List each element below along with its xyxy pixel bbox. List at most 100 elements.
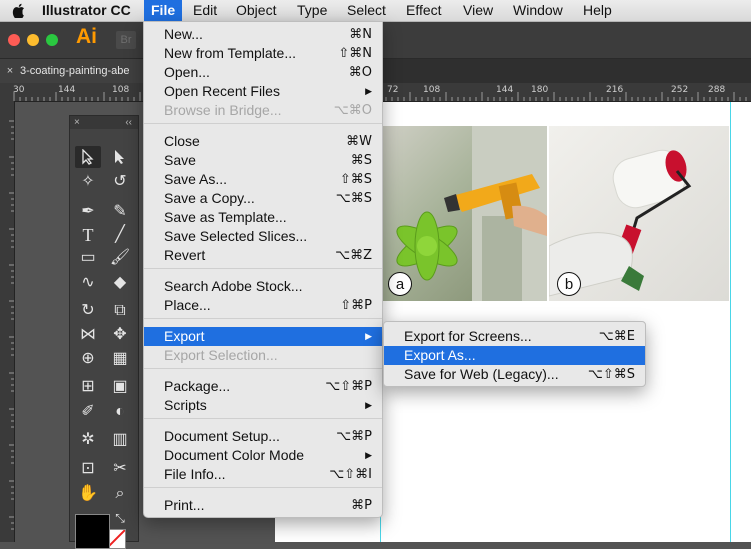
- width-tool-icon[interactable]: ⋈: [75, 324, 101, 346]
- menu-item-new[interactable]: New... ⌘N: [144, 25, 382, 44]
- menu-file[interactable]: File: [144, 0, 183, 21]
- symbol-sprayer-tool-icon[interactable]: ✲: [75, 429, 101, 451]
- menu-item-save[interactable]: Save ⌘S: [144, 151, 382, 170]
- selection-tool-icon[interactable]: [75, 146, 101, 168]
- menu-item-file-info[interactable]: File Info... ⌥⇧⌘I: [144, 465, 382, 484]
- lasso-tool-icon[interactable]: ↺: [107, 171, 133, 193]
- apple-menu-icon[interactable]: [3, 0, 33, 21]
- paintbrush-tool-icon[interactable]: 🖌: [107, 247, 133, 269]
- menu-item-search-adobe-stock[interactable]: Search Adobe Stock...: [144, 277, 382, 296]
- menu-item-scripts[interactable]: Scripts ▶: [144, 396, 382, 415]
- photo-a[interactable]: a: [382, 126, 547, 301]
- swap-colors-icon[interactable]: ⤡: [110, 510, 130, 526]
- photo-b[interactable]: b: [549, 126, 729, 301]
- menu-item-close[interactable]: Close ⌘W: [144, 132, 382, 151]
- menu-item-revert[interactable]: Revert ⌥⌘Z: [144, 246, 382, 265]
- menu-item-label: Save for Web (Legacy)...: [404, 366, 559, 382]
- app-menu[interactable]: Illustrator CC: [35, 0, 138, 21]
- minimize-window-button[interactable]: [27, 34, 39, 46]
- fill-color-swatch[interactable]: [75, 514, 110, 549]
- zoom-tool-icon[interactable]: ⌕: [107, 483, 133, 505]
- perspective-grid-tool-icon[interactable]: ▦: [107, 348, 133, 370]
- tools-panel-header[interactable]: × ‹‹: [70, 116, 138, 129]
- slice-tool-icon[interactable]: ✂: [107, 458, 133, 480]
- gradient-tool-icon[interactable]: ▣: [107, 376, 133, 398]
- blend-tool-icon[interactable]: ◐: [107, 401, 133, 423]
- menu-shortcut: ⌥⇧⌘P: [325, 379, 372, 394]
- submenu-item-save-for-web-legacy[interactable]: Save for Web (Legacy)... ⌥⇧⌘S: [384, 365, 645, 384]
- zoom-window-button[interactable]: [46, 34, 58, 46]
- menu-item-save-as[interactable]: Save As... ⇧⌘S: [144, 170, 382, 189]
- menu-edit[interactable]: Edit: [186, 0, 224, 21]
- menu-item-label: Export As...: [404, 347, 476, 363]
- shaper-tool-icon[interactable]: ∿: [75, 272, 101, 294]
- menu-item-label: Document Color Mode: [164, 447, 305, 463]
- menu-item-package[interactable]: Package... ⌥⇧⌘P: [144, 377, 382, 396]
- menu-item-save-a-copy[interactable]: Save a Copy... ⌥⌘S: [144, 189, 382, 208]
- menu-object[interactable]: Object: [229, 0, 283, 21]
- eraser-tool-icon[interactable]: ◆: [107, 272, 133, 294]
- menu-type[interactable]: Type: [290, 0, 334, 21]
- menu-item-save-selected-slices[interactable]: Save Selected Slices...: [144, 227, 382, 246]
- ruler-number: 288: [708, 85, 726, 95]
- menu-item-label: Print...: [164, 497, 205, 513]
- menu-separator: [144, 318, 382, 319]
- hand-tool-icon[interactable]: ✋: [75, 483, 101, 505]
- menu-item-open[interactable]: Open... ⌘O: [144, 63, 382, 82]
- menu-item-print[interactable]: Print... ⌘P: [144, 496, 382, 515]
- submenu-arrow-icon: ▶: [365, 331, 372, 341]
- bridge-icon[interactable]: Br: [116, 31, 136, 49]
- menu-help[interactable]: Help: [576, 0, 619, 21]
- menu-shortcut: ⇧⌘P: [340, 298, 372, 313]
- menu-item-label: File Info...: [164, 466, 226, 482]
- file-menu: New... ⌘N New from Template... ⇧⌘N Open... ⌘O…: [143, 21, 383, 518]
- direct-selection-tool-icon[interactable]: [107, 146, 133, 168]
- tools-panel: × ‹‹ ✧ ↺ ✒ ✎ T ╱ ▭ 🖌 ∿ ◆ ↻ ⧉ ⋈ ✥ ⊕ ▦ ⊞ ▣…: [69, 115, 139, 549]
- submenu-item-export-for-screens[interactable]: Export for Screens... ⌥⌘E: [384, 327, 645, 346]
- document-tab[interactable]: × 3-coating-painting-abe: [0, 59, 145, 83]
- menu-effect[interactable]: Effect: [399, 0, 449, 21]
- scale-tool-icon[interactable]: ⧉: [107, 300, 133, 322]
- rotate-tool-icon[interactable]: ↻: [75, 300, 101, 322]
- line-tool-icon[interactable]: ╱: [107, 224, 133, 246]
- menu-shortcut: ⌥⇧⌘I: [329, 467, 372, 482]
- menu-select[interactable]: Select: [340, 0, 393, 21]
- shape-builder-tool-icon[interactable]: ⊕: [75, 348, 101, 370]
- close-window-button[interactable]: [8, 34, 20, 46]
- menu-item-save-as-template[interactable]: Save as Template...: [144, 208, 382, 227]
- menu-shortcut: ⌥⌘S: [335, 191, 372, 206]
- menu-item-place[interactable]: Place... ⇧⌘P: [144, 296, 382, 315]
- close-panel-icon[interactable]: ×: [74, 116, 80, 129]
- menu-separator: [144, 123, 382, 124]
- mesh-tool-icon[interactable]: ⊞: [75, 376, 101, 398]
- menu-item-document-setup[interactable]: Document Setup... ⌥⌘P: [144, 427, 382, 446]
- vertical-ruler[interactable]: [0, 101, 15, 542]
- ruler-number: 144: [58, 85, 76, 95]
- magic-wand-tool-icon[interactable]: ✧: [75, 171, 101, 193]
- menu-shortcut: ⌥⌘E: [598, 329, 635, 344]
- rectangle-tool-icon[interactable]: ▭: [75, 247, 101, 269]
- free-transform-tool-icon[interactable]: ✥: [107, 324, 133, 346]
- menu-shortcut: ⌥⌘P: [336, 429, 372, 444]
- menu-shortcut: ⌥⌘O: [333, 103, 372, 118]
- column-graph-tool-icon[interactable]: ▥: [107, 429, 133, 451]
- artboard-tool-icon[interactable]: ⊡: [75, 458, 101, 480]
- close-tab-icon[interactable]: ×: [0, 59, 20, 83]
- menu-item-label: Browse in Bridge...: [164, 102, 282, 118]
- eyedropper-tool-icon[interactable]: ✐: [75, 401, 101, 423]
- type-tool-icon[interactable]: T: [75, 224, 101, 246]
- menu-shortcut: ⌘W: [346, 134, 372, 149]
- menu-item-open-recent-files[interactable]: Open Recent Files ▶: [144, 82, 382, 101]
- document-tab-title: 3-coating-painting-abe: [20, 65, 130, 77]
- menu-item-new-from-template[interactable]: New from Template... ⇧⌘N: [144, 44, 382, 63]
- collapse-panel-icon[interactable]: ‹‹: [125, 116, 132, 129]
- curvature-tool-icon[interactable]: ✎: [107, 201, 133, 223]
- menu-item-document-color-mode[interactable]: Document Color Mode ▶: [144, 446, 382, 465]
- submenu-arrow-icon: ▶: [365, 86, 372, 96]
- pen-tool-icon[interactable]: ✒: [75, 201, 101, 223]
- menu-item-export[interactable]: Export ▶: [144, 327, 382, 346]
- menu-item-label: Save As...: [164, 171, 228, 187]
- menu-view[interactable]: View: [456, 0, 500, 21]
- submenu-item-export-as[interactable]: Export As...: [384, 346, 645, 365]
- menu-window[interactable]: Window: [506, 0, 570, 21]
